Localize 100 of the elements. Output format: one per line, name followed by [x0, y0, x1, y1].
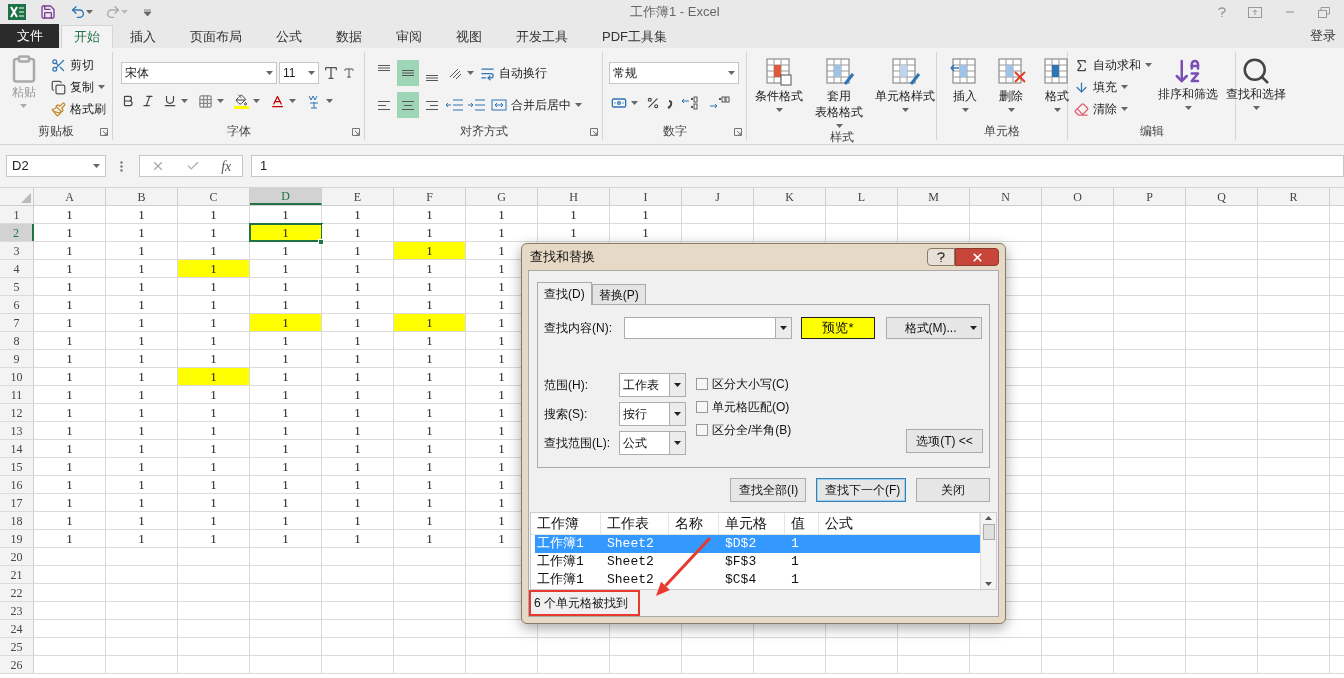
font-shrink-icon[interactable]	[343, 67, 355, 79]
help-button[interactable]	[927, 248, 955, 266]
row-header[interactable]: 17	[0, 494, 34, 511]
copy-button[interactable]: 复制	[49, 76, 108, 98]
row-header[interactable]: 2	[0, 224, 34, 241]
table-cell[interactable]: 1	[178, 368, 250, 385]
checkbox-option[interactable]: 单元格匹配(O)	[696, 398, 792, 415]
font-name-field[interactable]: 宋体	[121, 62, 277, 84]
result-row[interactable]: 工作簿1 Sheet2 $C$4 1	[535, 571, 980, 589]
column-header[interactable]: M	[898, 188, 970, 205]
vertical-align-button[interactable]	[397, 60, 419, 86]
row-header[interactable]: 14	[0, 440, 34, 457]
bold-icon[interactable]	[121, 94, 135, 108]
row-header[interactable]: 21	[0, 566, 34, 583]
row-header[interactable]: 26	[0, 656, 34, 673]
scrollbar[interactable]	[980, 513, 996, 589]
formula-field[interactable]: 1	[251, 155, 1344, 177]
close-button[interactable]	[955, 248, 999, 266]
scroll-thumb[interactable]	[982, 524, 995, 540]
italic-icon[interactable]	[141, 94, 155, 108]
ribbon-display-icon[interactable]	[1248, 6, 1262, 18]
row-header[interactable]: 23	[0, 602, 34, 619]
checkbox[interactable]	[696, 400, 708, 413]
row-header[interactable]: 4	[0, 260, 34, 277]
percent-icon[interactable]	[646, 96, 660, 110]
enter-icon[interactable]	[185, 159, 200, 173]
option-dropdown[interactable]: 工作表	[619, 373, 686, 397]
ribbon-tab[interactable]: 审阅	[379, 25, 439, 48]
column-header[interactable]: Q	[1186, 188, 1258, 205]
sign-in-link[interactable]: 登录	[1310, 25, 1336, 45]
row-header[interactable]: 13	[0, 422, 34, 439]
result-row[interactable]: 工作簿1 Sheet2 $F$3 1	[535, 553, 980, 571]
ribbon-tab[interactable]: 公式	[259, 25, 319, 48]
column-header[interactable]: E	[322, 188, 394, 205]
column-header[interactable]: D	[250, 188, 322, 205]
dialog-launcher-icon[interactable]	[352, 128, 360, 136]
font-grow-icon[interactable]	[323, 65, 339, 81]
table-cell[interactable]: 1	[394, 242, 466, 259]
editing-menu-button[interactable]: 查找和选择	[1222, 54, 1290, 110]
option-dropdown[interactable]: 公式	[619, 431, 686, 455]
column-header[interactable]: O	[1042, 188, 1114, 205]
editing-menu-button[interactable]: 排序和筛选	[1154, 54, 1222, 110]
format-button[interactable]: 格式(M)...	[886, 317, 982, 339]
restore-icon[interactable]	[1318, 6, 1330, 18]
column-header[interactable]: G	[466, 188, 538, 205]
row-header[interactable]: 25	[0, 638, 34, 655]
checkbox[interactable]	[696, 377, 708, 390]
column-header[interactable]: A	[34, 188, 106, 205]
column-header[interactable]: N	[970, 188, 1042, 205]
row-header[interactable]: 18	[0, 512, 34, 529]
ribbon-tab[interactable]: 开始	[61, 25, 113, 48]
column-header[interactable]: 单元格	[719, 513, 785, 534]
dialog-tab[interactable]: 查找(D)	[537, 282, 592, 305]
ribbon-tab[interactable]: 文件	[0, 24, 59, 48]
row-header[interactable]: 9	[0, 350, 34, 367]
ribbon-tab[interactable]: PDF工具集	[585, 25, 684, 48]
row-header[interactable]: 11	[0, 386, 34, 403]
column-header[interactable]: J	[682, 188, 754, 205]
dialog-button[interactable]: 关闭	[916, 478, 990, 502]
table-cell[interactable]: 1	[250, 314, 322, 331]
row-header[interactable]: 1	[0, 206, 34, 223]
style-button[interactable]: 套用 表格格式	[811, 54, 867, 128]
column-header[interactable]: H	[538, 188, 610, 205]
undo-icon[interactable]	[70, 4, 86, 20]
table-cell[interactable]: 1	[394, 314, 466, 331]
column-header[interactable]: F	[394, 188, 466, 205]
dialog-launcher-icon[interactable]	[734, 128, 742, 136]
dialog-launcher-icon[interactable]	[100, 128, 108, 136]
help-icon[interactable]	[1218, 6, 1226, 18]
ribbon-tab[interactable]: 页面布局	[173, 25, 259, 48]
font-size-field[interactable]: 11	[279, 62, 319, 84]
fill-handle[interactable]	[318, 239, 324, 245]
row-header[interactable]: 22	[0, 584, 34, 601]
row-header[interactable]: 5	[0, 278, 34, 295]
save-icon[interactable]	[40, 4, 56, 20]
decrease-decimal-icon[interactable]	[708, 95, 730, 111]
dialog-launcher-icon[interactable]	[590, 128, 598, 136]
name-box[interactable]: D2	[6, 155, 106, 177]
style-button[interactable]: 条件格式	[751, 54, 807, 112]
row-header[interactable]: 12	[0, 404, 34, 421]
column-header[interactable]: 值	[785, 513, 819, 534]
row-header[interactable]: 15	[0, 458, 34, 475]
customize-icon[interactable]	[144, 8, 151, 16]
column-header[interactable]: P	[1114, 188, 1186, 205]
column-header[interactable]: 工作簿	[531, 513, 601, 534]
column-header[interactable]: K	[754, 188, 826, 205]
row-header[interactable]: 24	[0, 620, 34, 637]
style-button[interactable]: 单元格样式	[871, 54, 939, 112]
merge-center-button[interactable]: 合并后居中	[489, 94, 584, 116]
row-header[interactable]: 8	[0, 332, 34, 349]
row-header[interactable]: 20	[0, 548, 34, 565]
wrap-text-button[interactable]: 自动换行	[478, 62, 549, 84]
dialog-button[interactable]: 查找全部(I)	[730, 478, 806, 502]
insert-function-button[interactable]: fx	[221, 155, 232, 177]
ribbon-tab[interactable]: 插入	[113, 25, 173, 48]
column-header[interactable]: I	[610, 188, 682, 205]
cells-button[interactable]: 插入	[945, 54, 985, 112]
column-header[interactable]: L	[826, 188, 898, 205]
ribbon-tab[interactable]: 视图	[439, 25, 499, 48]
table-cell[interactable]: 1	[250, 224, 322, 241]
